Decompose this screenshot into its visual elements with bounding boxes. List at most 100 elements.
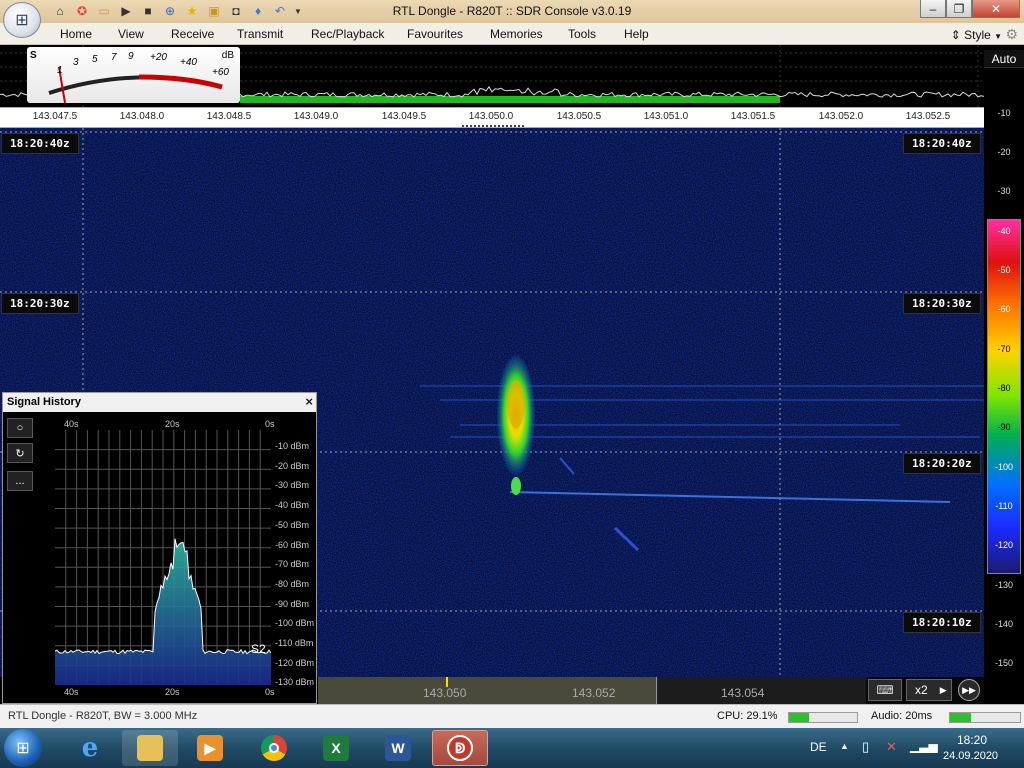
db-scale-label: -30 <box>997 186 1011 196</box>
s-meter-scale: 3 <box>73 57 79 68</box>
time-axis-label: 0s <box>265 687 275 697</box>
dbm-axis-label: -30 dBm <box>275 480 310 491</box>
taskbar-media-player[interactable]: ▶ <box>182 730 238 766</box>
sdr-console-icon: ↁ <box>447 735 473 761</box>
arrow-right-icon[interactable]: ▶ <box>940 685 947 696</box>
freq-tick: 143.052.5 <box>905 111 951 122</box>
taskbar-internet-explorer[interactable]: e <box>62 730 118 766</box>
s-meter-scale: +20 <box>150 52 167 63</box>
freq-tick: 143.049.5 <box>381 111 427 122</box>
taskbar-word[interactable]: W <box>370 730 426 766</box>
taskbar-chrome[interactable] <box>246 730 302 766</box>
close-icon[interactable]: ✕ <box>972 0 1020 18</box>
menu-help[interactable]: Help <box>624 27 649 41</box>
menu-home[interactable]: Home <box>60 27 92 41</box>
s-meter-scale: +60 <box>212 67 229 78</box>
s-meter-s-label: S <box>30 50 37 61</box>
dbm-axis-label: -60 dBm <box>275 539 310 550</box>
audio-meter-fill <box>950 713 971 722</box>
db-scale-label: -130 <box>994 580 1013 590</box>
s-meter-db-label: dB <box>221 50 234 61</box>
db-scale-label: -100 <box>994 462 1013 472</box>
menu-view[interactable]: View <box>118 27 144 41</box>
time-label-left: 18:20:40z <box>1 133 79 154</box>
menu-tools[interactable]: Tools <box>568 27 596 41</box>
menu-receive[interactable]: Receive <box>171 27 214 41</box>
dbm-axis-label: -130 dBm <box>275 677 315 688</box>
minimize-icon[interactable]: – <box>920 0 946 18</box>
dbm-axis-label: -20 dBm <box>275 460 310 471</box>
freq-tick: 143.050.5 <box>556 111 602 122</box>
clock-date[interactable]: 24.09.2020 <box>943 750 998 762</box>
s-meter-scale: 5 <box>92 54 98 65</box>
time-label-right: 18:20:20z <box>903 453 981 474</box>
auto-level-button[interactable]: Auto <box>984 50 1024 68</box>
settings-gear-icon[interactable]: ⚙ <box>1005 26 1018 42</box>
windows-logo-icon: ⊞ <box>16 740 30 757</box>
time-axis-label: 40s <box>64 419 79 429</box>
dbm-axis-label: -90 dBm <box>275 598 310 609</box>
keyboard-icon[interactable]: ⌨ <box>868 679 902 701</box>
freq-tick: 143.051.0 <box>643 111 689 122</box>
db-scale-label: -40 <box>997 226 1011 236</box>
style-dropdown-icon[interactable]: ▼ <box>994 32 1002 41</box>
chrome-icon <box>261 735 287 761</box>
dbm-axis-label: -120 dBm <box>275 657 315 668</box>
s-meter-scale: 9 <box>128 51 134 62</box>
fast-forward-icon[interactable]: ▶▶ <box>958 679 980 701</box>
application-menu-button[interactable]: ⊞ <box>3 2 41 38</box>
network-error-icon[interactable]: ✕ <box>886 739 897 755</box>
refresh-icon[interactable]: ↻ <box>7 443 33 463</box>
zoom-level[interactable]: x2 <box>915 683 928 697</box>
audio-status: Audio: 20ms <box>871 710 933 722</box>
s-meter: S dB 1 3 5 7 9 +20 +40 +60 <box>27 47 240 103</box>
dbm-axis-label: -80 dBm <box>275 578 310 589</box>
level-panel: Auto -10 -20 -30 -40 -50 -60 -70 -80 -90… <box>984 45 1024 704</box>
menu-rec-playback[interactable]: Rec/Playback <box>311 27 384 41</box>
dbm-axis-label: -10 dBm <box>275 441 310 451</box>
bottom-freq-label: 143.054 <box>721 686 765 700</box>
taskbar-excel[interactable]: X <box>308 730 364 766</box>
taskbar-file-explorer[interactable] <box>122 730 178 766</box>
signal-strength-icon[interactable]: ▁▃▅ <box>910 739 938 753</box>
tuning-marker[interactable] <box>462 125 524 127</box>
time-label-left: 18:20:30z <box>1 293 79 314</box>
language-indicator[interactable]: DE <box>810 740 827 754</box>
start-button[interactable]: ⊞ <box>4 729 42 767</box>
taskbar: ⊞ e ▶ X W ↁ DE ▲ ▯ ✕ ▁▃▅ 18:20 24.09.202… <box>0 728 1024 768</box>
menu-favourites[interactable]: Favourites <box>407 27 463 41</box>
time-label-right: 18:20:10z <box>903 612 981 633</box>
signal-history-title: Signal History <box>7 396 81 408</box>
s-meter-scale: +40 <box>180 57 197 68</box>
time-axis-label: 40s <box>64 687 79 697</box>
clock-time[interactable]: 18:20 <box>957 733 987 747</box>
record-icon[interactable]: ○ <box>7 418 33 438</box>
style-menu[interactable]: Style <box>964 28 991 42</box>
time-label-right: 18:20:40z <box>903 133 981 154</box>
status-bar: RTL Dongle - R820T, BW = 3.000 MHz CPU: … <box>0 704 1024 728</box>
audio-meter <box>949 712 1021 723</box>
close-icon[interactable]: × <box>305 394 313 409</box>
tray-expand-icon[interactable]: ▲ <box>840 741 849 751</box>
device-tray-icon[interactable]: ▯ <box>862 739 869 755</box>
db-scale-label: -140 <box>994 619 1013 629</box>
db-scale-label: -120 <box>994 540 1013 550</box>
time-axis-label: 20s <box>165 687 180 697</box>
db-scale-label: -50 <box>997 265 1011 275</box>
s-value: S2 <box>251 642 266 656</box>
signal-history-title-bar[interactable]: Signal History × <box>3 393 316 412</box>
bottom-freq-label: 143.052 <box>572 686 616 700</box>
menu-bar: Home View Receive Transmit Rec/Playback … <box>0 23 1024 45</box>
style-arrows-icon[interactable]: ⇕ <box>951 28 961 42</box>
restore-icon[interactable]: ❐ <box>946 0 972 18</box>
menu-memories[interactable]: Memories <box>490 27 543 41</box>
excel-icon: X <box>323 735 349 761</box>
db-scale-label: -110 <box>995 501 1013 511</box>
frequency-scale[interactable]: 143.047.5 143.048.0 143.048.5 143.049.0 … <box>0 107 984 128</box>
taskbar-sdr-console[interactable]: ↁ <box>432 730 488 766</box>
menu-transmit[interactable]: Transmit <box>237 27 283 41</box>
db-scale-label: -60 <box>997 304 1011 314</box>
db-scale-label: -80 <box>997 383 1011 393</box>
bandwidth-bar[interactable]: 143.050 143.052 143.054 ⌨ x2 ▶ ▶▶ <box>318 677 984 704</box>
more-button[interactable]: ... <box>7 471 33 491</box>
